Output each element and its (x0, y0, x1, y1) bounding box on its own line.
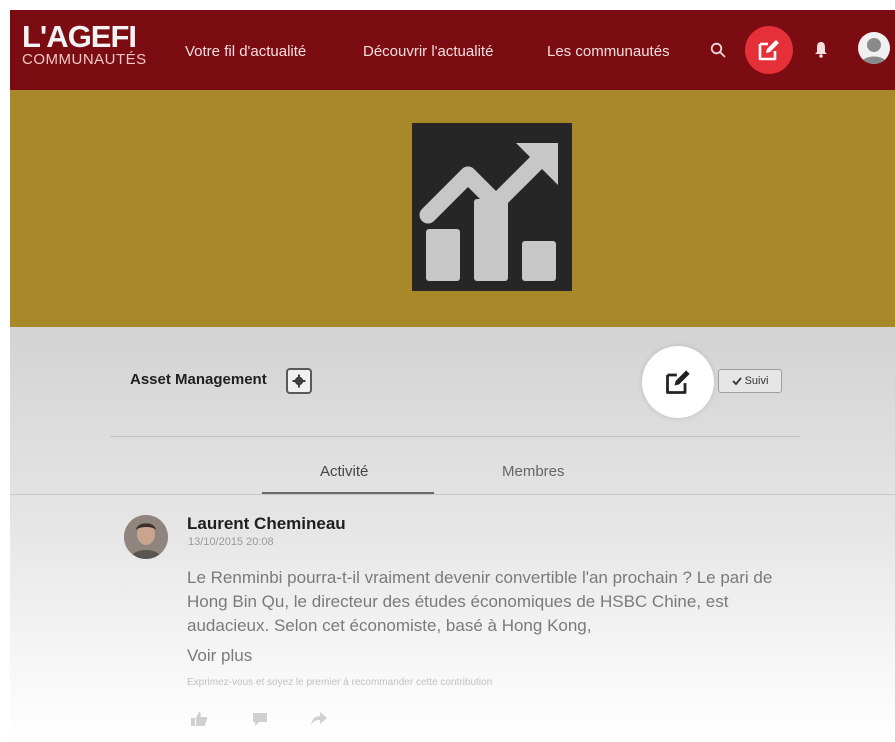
tabs-divider (10, 494, 895, 495)
tab-activity[interactable]: Activité (320, 463, 368, 480)
tab-members[interactable]: Membres (502, 463, 565, 480)
comment-icon[interactable] (251, 711, 269, 732)
compose-button[interactable] (745, 26, 793, 74)
page-frame: L'AGEFI COMMUNAUTÉS Votre fil d'actualit… (10, 10, 895, 742)
bell-icon[interactable] (814, 40, 828, 63)
brand-logo[interactable]: L'AGEFI COMMUNAUTÉS (22, 19, 172, 68)
post-hint: Exprimez-vous et soyez le premier à reco… (187, 677, 493, 688)
post-date: 13/10/2015 20:08 (188, 536, 274, 548)
edit-icon (666, 370, 690, 394)
see-more-link[interactable]: Voir plus (187, 646, 252, 666)
compose-icon (758, 40, 779, 61)
follow-label: Suivi (744, 375, 769, 387)
community-banner (10, 90, 895, 327)
gear-icon (292, 374, 306, 388)
nav-link-feed[interactable]: Votre fil d'actualité (185, 43, 306, 60)
trend-chart-icon (412, 123, 572, 291)
search-icon[interactable] (710, 42, 726, 63)
post-author[interactable]: Laurent Chemineau (187, 514, 346, 534)
post-body: Le Renminbi pourra-t-il vraiment devenir… (187, 568, 773, 635)
section-divider (110, 436, 800, 437)
brand-name: L'AGEFI (22, 19, 137, 54)
share-icon[interactable] (310, 711, 328, 732)
author-avatar[interactable] (124, 515, 168, 559)
nav-link-discover[interactable]: Découvrir l'actualité (363, 43, 493, 60)
like-icon[interactable] (190, 711, 208, 732)
check-icon (731, 377, 742, 386)
new-post-button[interactable] (642, 346, 714, 418)
follow-button[interactable]: Suivi (718, 369, 782, 393)
nav-link-communities[interactable]: Les communautés (547, 43, 670, 60)
brand-subtitle: COMMUNAUTÉS (22, 51, 147, 68)
community-title: Asset Management (130, 371, 267, 388)
community-settings-button[interactable] (286, 368, 312, 394)
user-avatar-icon[interactable] (858, 32, 890, 64)
top-navigation-bar: L'AGEFI COMMUNAUTÉS Votre fil d'actualit… (10, 10, 895, 90)
